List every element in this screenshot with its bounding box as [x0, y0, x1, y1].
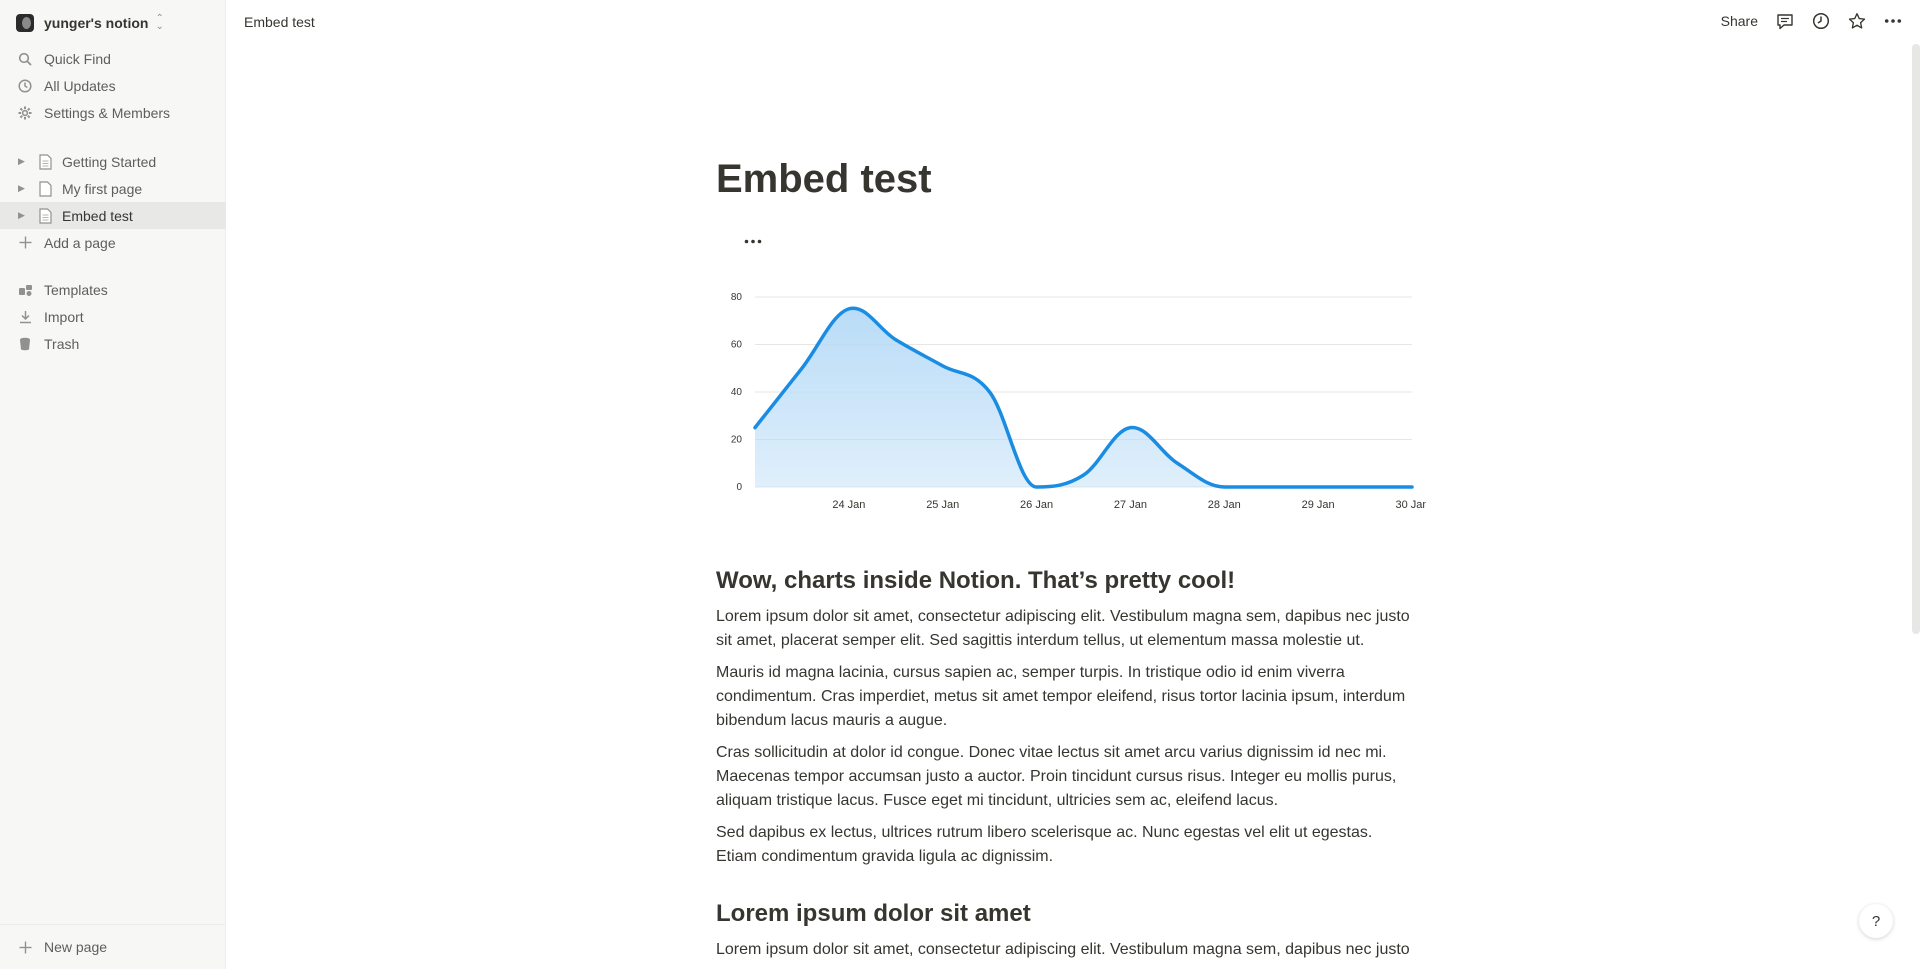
- scrollbar[interactable]: [1910, 44, 1920, 634]
- paragraph[interactable]: Cras sollicitudin at dolor id congue. Do…: [716, 741, 1416, 813]
- x-tick-label: 30 Jan: [1395, 499, 1426, 511]
- area-fill: [755, 308, 1412, 487]
- sidebar-item-label: All Updates: [44, 77, 116, 94]
- more-options-icon[interactable]: [1884, 10, 1902, 32]
- paragraph[interactable]: Lorem ipsum dolor sit amet, consectetur …: [716, 605, 1416, 653]
- trash-icon: [15, 337, 35, 351]
- y-tick-label: 80: [731, 292, 743, 303]
- sidebar-page-my-first-page[interactable]: ▶ My first page: [0, 175, 226, 202]
- paragraph[interactable]: Sed dapibus ex lectus, ultrices rutrum l…: [716, 821, 1416, 869]
- page-icon: [37, 180, 53, 197]
- sidebar-item-label: Quick Find: [44, 50, 111, 67]
- topbar: Embed test Share: [227, 0, 1920, 44]
- workspace-avatar: [16, 14, 34, 32]
- paragraph[interactable]: Mauris id magna lacinia, cursus sapien a…: [716, 661, 1416, 733]
- sidebar-page-embed-test[interactable]: ▶ Embed test: [0, 202, 226, 229]
- x-tick-label: 27 Jan: [1114, 499, 1147, 511]
- paragraph[interactable]: Lorem ipsum dolor sit amet, consectetur …: [716, 938, 1416, 962]
- sidebar-item-trash[interactable]: Trash: [0, 330, 226, 357]
- x-tick-label: 29 Jan: [1302, 499, 1335, 511]
- workspace-name: yunger's notion: [44, 15, 149, 31]
- workspace-switcher[interactable]: yunger's notion ⌃ ⌄: [0, 8, 226, 38]
- embed-more-button[interactable]: [736, 226, 770, 256]
- help-button[interactable]: ?: [1859, 904, 1893, 938]
- sidebar-page-label: My first page: [62, 180, 143, 197]
- sidebar-item-import[interactable]: Import: [0, 303, 226, 330]
- add-page-label: Add a page: [44, 234, 116, 251]
- new-page-button[interactable]: New page: [0, 924, 226, 969]
- topbar-actions: Share: [1721, 10, 1902, 32]
- sidebar-page-label: Getting Started: [62, 153, 157, 170]
- sidebar-item-templates[interactable]: Templates: [0, 276, 226, 303]
- breadcrumb[interactable]: Embed test: [244, 14, 315, 30]
- x-tick-label: 28 Jan: [1208, 499, 1241, 511]
- plus-icon: [15, 236, 35, 249]
- clock-icon: [15, 78, 35, 93]
- add-page-button[interactable]: Add a page: [0, 229, 226, 256]
- page-icon: [37, 207, 53, 224]
- sidebar-item-quick-find[interactable]: Quick Find: [0, 45, 226, 72]
- scrollbar-thumb[interactable]: [1912, 44, 1920, 634]
- y-tick-label: 40: [731, 387, 743, 398]
- share-button[interactable]: Share: [1721, 13, 1758, 29]
- comments-icon[interactable]: [1776, 10, 1794, 32]
- gear-icon: [15, 106, 35, 120]
- x-tick-label: 26 Jan: [1020, 499, 1053, 511]
- y-tick-label: 60: [731, 340, 743, 351]
- import-icon: [15, 310, 35, 324]
- expand-triangle-icon[interactable]: ▶: [18, 156, 30, 167]
- sidebar-item-label: Trash: [44, 335, 80, 352]
- sidebar-item-all-updates[interactable]: All Updates: [0, 72, 226, 99]
- sidebar-item-label: Import: [44, 308, 84, 325]
- plus-icon: [15, 941, 35, 954]
- expand-triangle-icon[interactable]: ▶: [18, 183, 30, 194]
- y-tick-label: 0: [736, 482, 742, 493]
- page-title[interactable]: Embed test: [716, 157, 932, 202]
- page-icon: [37, 153, 53, 170]
- new-page-label: New page: [44, 939, 108, 955]
- search-icon: [15, 52, 35, 66]
- sidebar-item-settings[interactable]: Settings & Members: [0, 99, 226, 126]
- expand-triangle-icon[interactable]: ▶: [18, 210, 30, 221]
- sidebar: yunger's notion ⌃ ⌄ Quick Find All Update…: [0, 0, 226, 969]
- x-tick-label: 25 Jan: [926, 499, 959, 511]
- chevron-updown-icon: ⌃ ⌄: [155, 13, 164, 32]
- y-tick-label: 20: [731, 435, 743, 446]
- embedded-area-chart: 0 20 40 60 80 24 Jan 25 Jan 26 Jan 27 Jan 28 Jan 2…: [731, 292, 1426, 511]
- star-icon[interactable]: [1848, 10, 1866, 32]
- templates-icon: [15, 283, 35, 297]
- section-heading[interactable]: Wow, charts inside Notion. That’s pretty…: [716, 567, 1235, 595]
- x-tick-label: 24 Jan: [832, 499, 865, 511]
- sidebar-item-label: Settings & Members: [44, 104, 171, 121]
- sidebar-page-label: Embed test: [62, 207, 133, 224]
- section-heading[interactable]: Lorem ipsum dolor sit amet: [716, 900, 1031, 928]
- updates-clock-icon[interactable]: [1812, 10, 1830, 32]
- sidebar-page-getting-started[interactable]: ▶ Getting Started: [0, 148, 226, 175]
- sidebar-item-label: Templates: [44, 281, 108, 298]
